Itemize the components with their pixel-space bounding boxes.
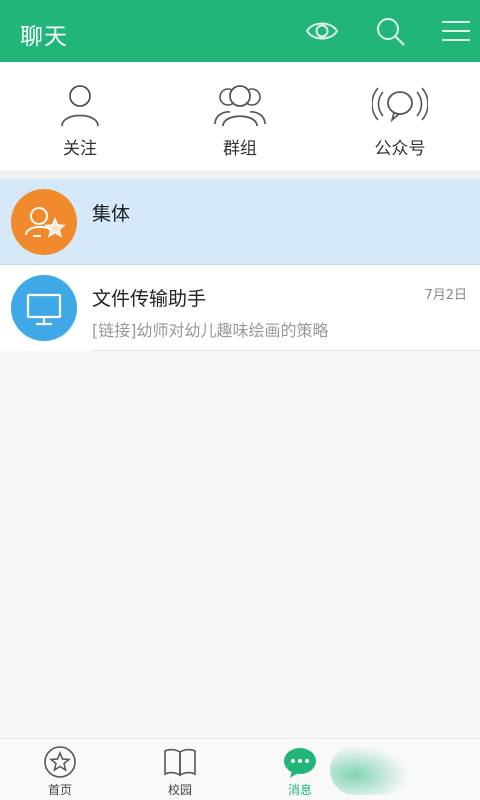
top-bar: 聊天 [0, 0, 480, 62]
bottom-tab-bar: 首页 校园 消息 [0, 738, 480, 800]
tab-messages[interactable]: 消息 [240, 739, 360, 800]
tab-home[interactable]: 首页 [0, 739, 120, 800]
chat-name: 集体 [92, 203, 131, 225]
quick-item-follow[interactable]: 关注 [0, 62, 160, 170]
tab-campus[interactable]: 校园 [120, 739, 240, 800]
quick-actions: 关注 群组 公众号 [0, 62, 480, 170]
chat-name: 文件传输助手 [92, 288, 207, 310]
chat-row-collective[interactable]: 集体 [0, 179, 480, 265]
chat-bubble-icon [282, 745, 318, 779]
star-circle-icon [42, 745, 78, 779]
chat-preview: [链接]幼师对幼儿趣味绘画的策略 [92, 321, 329, 340]
page-title: 聊天 [20, 24, 68, 50]
tab-label: 消息 [287, 783, 312, 797]
avatar [11, 189, 77, 255]
eye-icon[interactable] [304, 13, 340, 49]
monitor-icon [26, 293, 62, 326]
book-icon [162, 745, 198, 779]
chat-time: 7月2日 [424, 288, 467, 303]
quick-item-official-accounts[interactable]: 公众号 [320, 62, 480, 170]
quick-item-groups[interactable]: 群组 [160, 62, 320, 170]
row-divider [92, 350, 480, 351]
tab-label: 校园 [167, 783, 192, 797]
collective-star-icon [25, 207, 66, 238]
quick-item-label: 群组 [223, 139, 257, 159]
tab-label: 首页 [47, 783, 72, 797]
section-divider [0, 170, 480, 179]
chat-row-file-transfer[interactable]: 文件传输助手 7月2日 [链接]幼师对幼儿趣味绘画的策略 [0, 265, 480, 351]
broadcast-icon [371, 82, 429, 128]
quick-item-label: 公众号 [374, 139, 426, 159]
avatar [11, 275, 77, 341]
quick-item-label: 关注 [63, 139, 97, 159]
search-icon[interactable] [372, 13, 408, 49]
group-icon [212, 82, 268, 128]
menu-icon[interactable] [438, 13, 474, 49]
person-icon [52, 82, 108, 128]
